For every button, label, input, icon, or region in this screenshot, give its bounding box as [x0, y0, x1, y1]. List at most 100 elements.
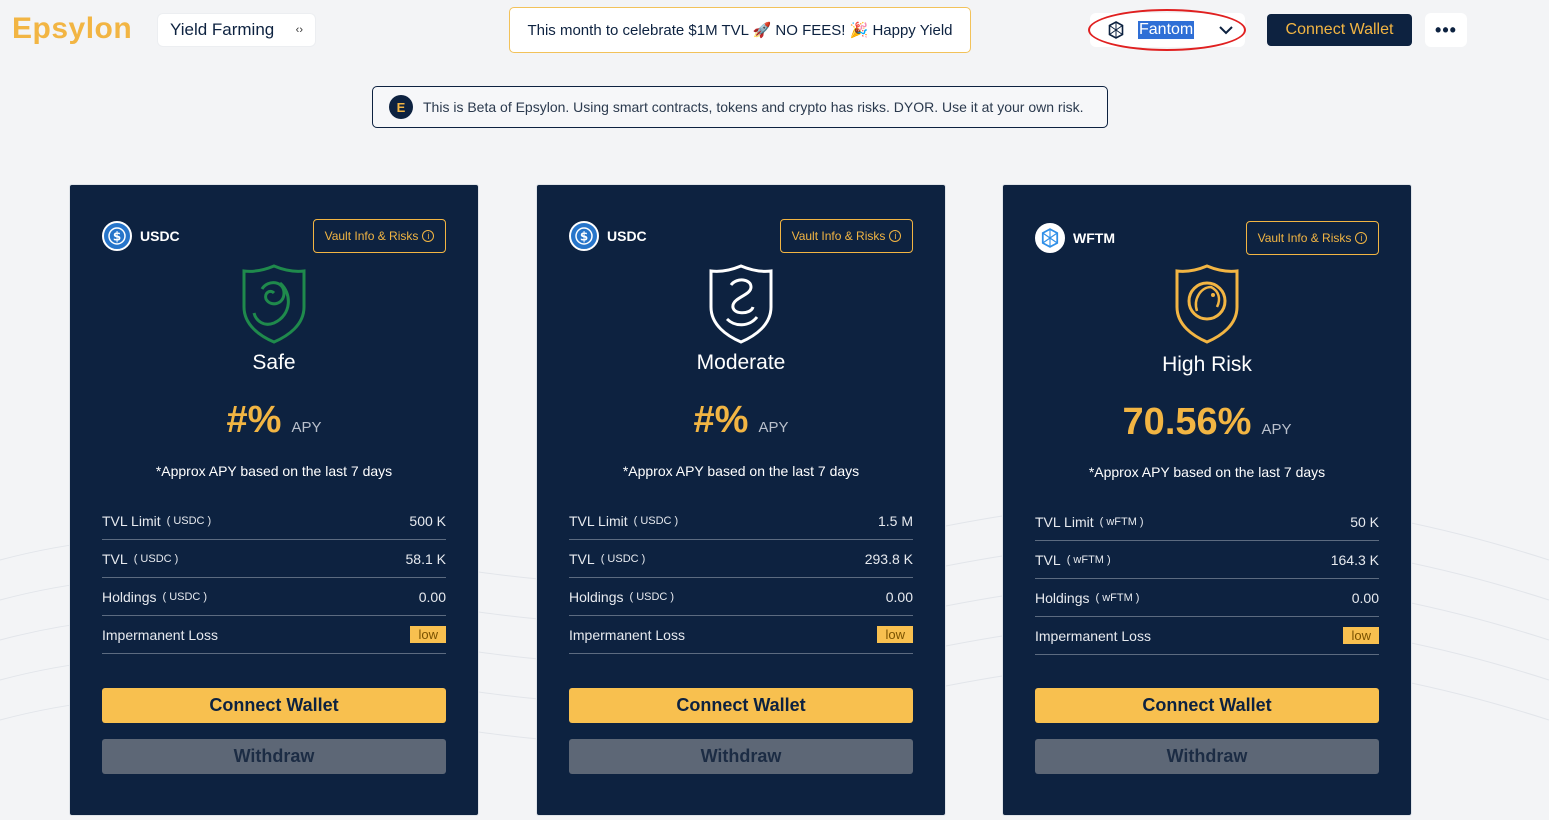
risk-level: Moderate [696, 351, 786, 374]
shield-high-risk-icon [1175, 264, 1239, 344]
vault-card-high-risk: WFTM Vault Info & Risks i High Risk 70.5… [1003, 185, 1411, 815]
vault-card-moderate: $ USDC Vault Info & Risks i Moderate #% A… [537, 185, 945, 815]
usdc-icon: $ [102, 221, 132, 251]
apy-note: *Approx APY based on the last 7 days [1088, 464, 1326, 480]
usdc-icon: $ [569, 221, 599, 251]
stat-unit: ( wFTM ) [1099, 515, 1144, 528]
stat-row-holdings: Holdings ( wFTM ) 0.00 [1035, 579, 1379, 617]
epsylon-badge-icon: E [389, 95, 413, 119]
stat-label: TVL [1035, 551, 1061, 568]
apy-value: #% [693, 399, 749, 441]
stat-value: 0.00 [1351, 589, 1379, 606]
stat-row-tvl-limit: TVL Limit ( USDC ) 500 K [102, 502, 446, 540]
stat-value: 1.5 M [877, 512, 913, 529]
stat-label: TVL [102, 550, 128, 567]
beta-text: This is Beta of Epsylon. Using smart con… [423, 99, 1084, 115]
apy-value: 70.56% [1122, 401, 1252, 443]
stat-label: Holdings [569, 588, 624, 605]
withdraw-button[interactable]: Withdraw [1035, 739, 1379, 774]
stat-value: 58.1 K [405, 550, 446, 567]
stat-value: 164.3 K [1330, 551, 1379, 568]
beta-notice: E This is Beta of Epsylon. Using smart c… [372, 86, 1108, 128]
token-name: WFTM [1073, 230, 1115, 246]
stat-label: Holdings [1035, 589, 1090, 606]
stat-unit: ( USDC ) [166, 514, 212, 527]
vault-stats: TVL Limit ( USDC ) 500 K TVL ( USDC ) 58… [102, 502, 446, 654]
wftm-icon [1035, 223, 1065, 253]
apy-note: *Approx APY based on the last 7 days [622, 463, 860, 479]
promo-banner: This month to celebrate $1M TVL 🚀 NO FEE… [509, 7, 971, 53]
stat-label: Impermanent Loss [569, 626, 685, 643]
risk-level: High Risk [1162, 353, 1252, 376]
stat-label: Holdings [102, 588, 157, 605]
vault-info-button[interactable]: Vault Info & Risks i [780, 219, 913, 253]
apy-value: #% [226, 399, 282, 441]
apy-display: #% APY [70, 399, 478, 442]
section-select[interactable]: Yield Farming ‹› [158, 14, 315, 46]
stat-label: TVL [569, 550, 595, 567]
card-connect-wallet-button[interactable]: Connect Wallet [102, 688, 446, 723]
risk-badge: low [877, 626, 913, 643]
shield-safe-icon [242, 264, 306, 344]
section-select-label: Yield Farming [170, 20, 275, 39]
stat-row-tvl: TVL ( wFTM ) 164.3 K [1035, 541, 1379, 579]
stat-value: 293.8 K [864, 550, 913, 567]
promo-text: This month to celebrate $1M TVL 🚀 NO FEE… [527, 22, 953, 39]
more-menu-button[interactable]: ••• [1425, 13, 1467, 47]
card-connect-wallet-button[interactable]: Connect Wallet [569, 688, 913, 723]
stat-row-holdings: Holdings ( USDC ) 0.00 [569, 578, 913, 616]
app-logo[interactable]: Epsylon [12, 12, 132, 46]
stat-label: TVL Limit [569, 512, 628, 529]
svg-text:$: $ [580, 230, 588, 244]
risk-badge: low [410, 626, 446, 643]
stat-unit: ( USDC ) [133, 552, 179, 565]
card-connect-wallet-button[interactable]: Connect Wallet [1035, 688, 1379, 723]
stat-label: Impermanent Loss [1035, 627, 1151, 644]
apy-display: #% APY [537, 399, 945, 442]
apy-display: 70.56% APY [1003, 401, 1411, 444]
highlight-annotation [1088, 9, 1246, 51]
stat-unit: ( USDC ) [600, 552, 646, 565]
vault-stats: TVL Limit ( USDC ) 1.5 M TVL ( USDC ) 29… [569, 502, 913, 654]
info-icon: i [889, 230, 902, 242]
svg-text:$: $ [113, 230, 121, 244]
stat-value: 50 K [1350, 513, 1379, 530]
stat-row-tvl: TVL ( USDC ) 293.8 K [569, 540, 913, 578]
token-name: USDC [607, 228, 647, 244]
vault-info-button[interactable]: Vault Info & Risks i [313, 219, 446, 253]
vault-info-button[interactable]: Vault Info & Risks i [1246, 221, 1379, 255]
stat-unit: ( USDC ) [162, 590, 208, 603]
stat-value: 0.00 [885, 588, 913, 605]
token-label: WFTM [1035, 223, 1115, 253]
chevron-updown-icon: ‹› [295, 23, 303, 36]
token-label: $ USDC [102, 221, 180, 251]
stat-unit: ( USDC ) [633, 514, 679, 527]
stat-unit: ( USDC ) [629, 590, 675, 603]
stat-value: 500 K [409, 512, 446, 529]
vault-info-label: Vault Info & Risks [1257, 231, 1352, 245]
vault-stats: TVL Limit ( wFTM ) 50 K TVL ( wFTM ) 164… [1035, 503, 1379, 655]
vault-info-label: Vault Info & Risks [791, 229, 886, 243]
risk-badge: low [1343, 627, 1379, 644]
withdraw-button[interactable]: Withdraw [569, 739, 913, 774]
vault-info-label: Vault Info & Risks [324, 229, 419, 243]
stat-row-impermanent-loss: Impermanent Loss low [569, 616, 913, 654]
token-name: USDC [140, 228, 180, 244]
apy-note: *Approx APY based on the last 7 days [155, 463, 393, 479]
withdraw-button[interactable]: Withdraw [102, 739, 446, 774]
apy-label: APY [1261, 421, 1292, 438]
connect-wallet-button[interactable]: Connect Wallet [1267, 14, 1412, 46]
stat-label: TVL Limit [1035, 513, 1094, 530]
stat-unit: ( wFTM ) [1066, 553, 1111, 566]
token-label: $ USDC [569, 221, 647, 251]
stat-label: TVL Limit [102, 512, 161, 529]
info-icon: i [422, 230, 435, 242]
stat-unit: ( wFTM ) [1095, 591, 1140, 604]
stat-label: Impermanent Loss [102, 626, 218, 643]
shield-moderate-icon [709, 264, 773, 344]
risk-level: Safe [252, 351, 296, 374]
stat-row-tvl: TVL ( USDC ) 58.1 K [102, 540, 446, 578]
apy-label: APY [291, 419, 322, 436]
stat-value: 0.00 [418, 588, 446, 605]
stat-row-tvl-limit: TVL Limit ( USDC ) 1.5 M [569, 502, 913, 540]
